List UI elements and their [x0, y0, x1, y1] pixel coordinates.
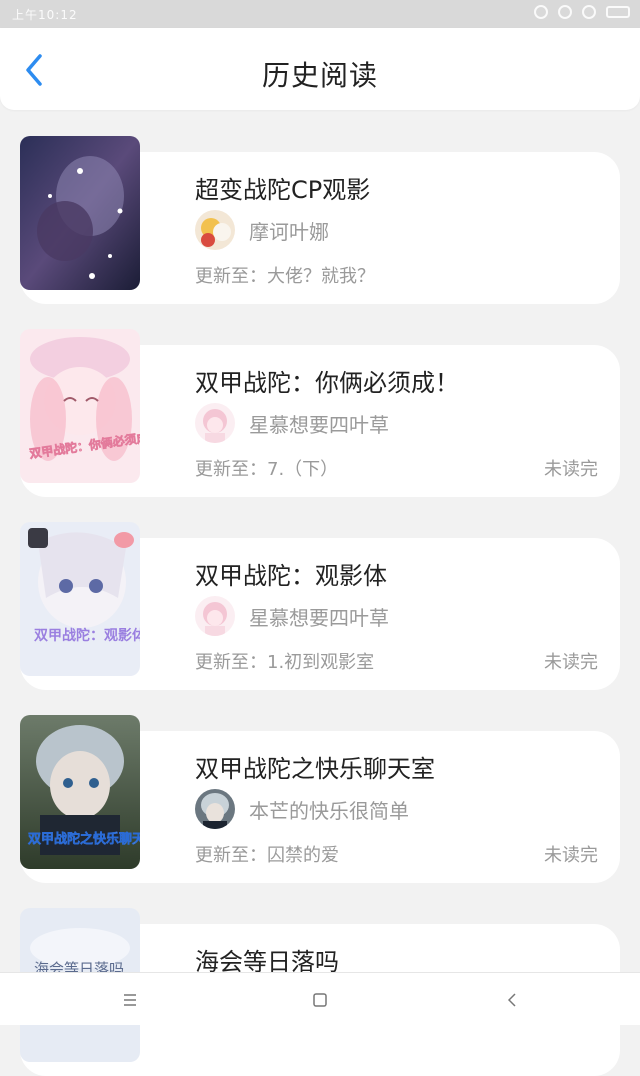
avatar — [195, 210, 235, 250]
back-icon — [507, 993, 516, 1007]
book-title: 双甲战陀之快乐聊天室 — [195, 755, 435, 783]
update-label: 更新至： — [195, 652, 267, 673]
update-info: 更新至：7.（下） — [195, 455, 338, 481]
home-button[interactable] — [305, 985, 335, 1015]
book-cover[interactable]: 双甲战陀：观影体 — [20, 522, 140, 676]
book-cover[interactable] — [20, 136, 140, 290]
avatar — [195, 403, 235, 443]
update-chapter: 囚禁的爱 — [267, 845, 339, 866]
cover-text: 双甲战陀之快乐聊天室 — [28, 831, 140, 847]
author-name: 本芒的快乐很简单 — [249, 798, 409, 823]
update-label: 更新至： — [195, 845, 267, 866]
author-row: 星慕想要四叶草 — [195, 596, 389, 636]
alarm-icon — [534, 5, 548, 19]
menu-icon — [124, 994, 136, 1006]
update-label: 更新至： — [195, 266, 267, 287]
cover-text: 双甲战陀：观影体 — [34, 627, 140, 644]
back-nav-button[interactable] — [497, 985, 527, 1015]
author-name: 摩诃叶娜 — [249, 219, 329, 244]
author-row: 星慕想要四叶草 — [195, 403, 389, 443]
signal-icon — [558, 5, 572, 19]
update-label: 更新至： — [195, 459, 267, 480]
update-info: 更新至：囚禁的爱 — [195, 841, 339, 867]
battery-icon — [606, 6, 630, 18]
wifi-icon — [582, 5, 596, 19]
read-status: 未读完 — [544, 652, 598, 673]
header-bar: 历史阅读 — [0, 28, 640, 110]
read-status: 未读完 — [544, 845, 598, 866]
book-cover[interactable]: 双甲战陀之快乐聊天室 — [20, 715, 140, 869]
book-title: 双甲战陀：观影体 — [195, 562, 387, 590]
update-info: 更新至：1.初到观影室 — [195, 648, 374, 674]
update-info: 更新至：大佬？就我？ — [195, 262, 375, 288]
avatar — [195, 789, 235, 829]
author-name: 星慕想要四叶草 — [249, 605, 389, 630]
status-bar: 上午10:12 — [0, 0, 640, 28]
author-row: 本芒的快乐很简单 — [195, 789, 409, 829]
system-nav-bar — [0, 972, 640, 1025]
update-chapter: 7.（下） — [267, 459, 339, 480]
menu-button[interactable] — [115, 985, 145, 1015]
book-title: 双甲战陀：你俩必须成！ — [195, 369, 459, 397]
book-title: 超变战陀CP观影 — [195, 176, 371, 204]
avatar — [195, 596, 235, 636]
update-chapter: 大佬？就我？ — [267, 266, 375, 287]
page-title: 历史阅读 — [261, 59, 378, 92]
update-chapter: 1.初到观影室 — [267, 652, 375, 673]
status-time: 上午10:12 — [12, 8, 78, 22]
author-name: 星慕想要四叶草 — [249, 412, 389, 437]
status-icons — [534, 5, 630, 19]
read-status: 未读完 — [544, 459, 598, 480]
author-row: 摩诃叶娜 — [195, 210, 329, 250]
home-icon — [313, 993, 327, 1007]
book-cover[interactable]: 双甲战陀：你俩必须成！ — [20, 329, 140, 483]
